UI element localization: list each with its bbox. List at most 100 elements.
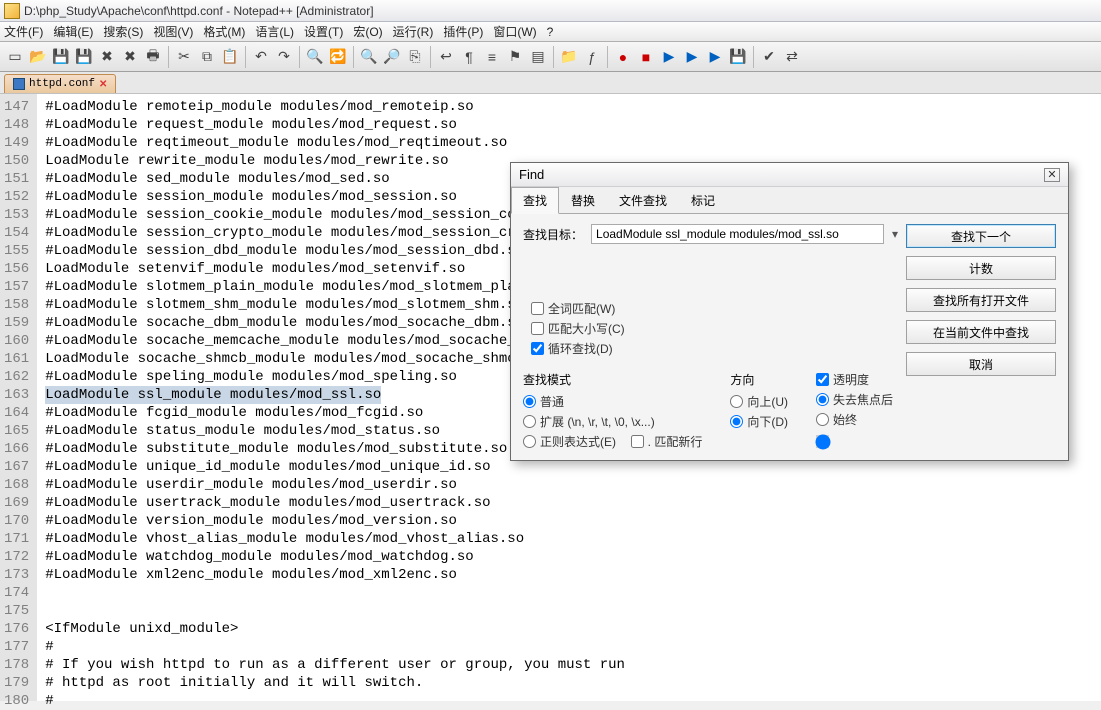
transparency-group: 透明度 失去焦点后 始终 [816, 371, 893, 450]
code-line[interactable]: #LoadModule version_module modules/mod_v… [45, 512, 1093, 530]
indent-guide-icon[interactable]: ≡ [481, 46, 503, 68]
new-file-icon[interactable]: ▭ [4, 46, 26, 68]
transparency-slider[interactable] [816, 435, 829, 448]
paste-icon[interactable]: 📋 [219, 46, 241, 68]
save-macro-icon[interactable]: 💾 [727, 46, 749, 68]
folder-icon[interactable]: 📁 [558, 46, 580, 68]
menu-item[interactable]: 文件(F) [4, 23, 43, 40]
cancel-button[interactable]: 取消 [906, 352, 1056, 376]
find-next-button[interactable]: 查找下一个 [906, 224, 1056, 248]
code-line[interactable]: #LoadModule watchdog_module modules/mod_… [45, 548, 1093, 566]
match-case-check[interactable]: 匹配大小写(C) [531, 320, 898, 337]
open-file-icon[interactable]: 📂 [27, 46, 49, 68]
find-tab[interactable]: 查找 [511, 187, 559, 214]
search-mode-group: 查找模式 普通 扩展 (\n, \r, \t, \0, \x...) 正则表达式… [523, 371, 702, 450]
menu-item[interactable]: 宏(O) [353, 23, 382, 40]
mode-regex-radio[interactable]: 正则表达式(E) . 匹配新行 [523, 433, 702, 450]
dir-down-radio[interactable]: 向下(D) [730, 413, 788, 430]
menu-item[interactable]: 编辑(E) [53, 23, 93, 40]
undo-icon[interactable]: ↶ [250, 46, 272, 68]
file-tab-httpd[interactable]: httpd.conf ✕ [4, 74, 116, 93]
menu-item[interactable]: 语言(L) [255, 23, 294, 40]
count-button[interactable]: 计数 [906, 256, 1056, 280]
close-tab-icon[interactable]: ✕ [99, 79, 107, 90]
play-fast-icon[interactable]: ▶ [681, 46, 703, 68]
code-line[interactable]: <IfModule unixd_module> [45, 620, 1093, 638]
lang-icon[interactable]: ⚑ [504, 46, 526, 68]
trans-always-radio[interactable]: 始终 [816, 411, 893, 428]
code-line[interactable] [45, 584, 1093, 602]
code-line[interactable]: # If you wish httpd to run as a differen… [45, 656, 1093, 674]
sync-icon[interactable]: ⎘ [404, 46, 426, 68]
zoom-out-icon[interactable]: 🔎 [381, 46, 403, 68]
show-all-chars-icon[interactable]: ¶ [458, 46, 480, 68]
code-line[interactable] [45, 602, 1093, 620]
stop-icon[interactable]: ■ [635, 46, 657, 68]
play-icon[interactable]: ▶ [658, 46, 680, 68]
redo-icon[interactable]: ↷ [273, 46, 295, 68]
transparency-check[interactable]: 透明度 [816, 371, 893, 388]
replace-icon[interactable]: 🔁 [327, 46, 349, 68]
save-all-icon[interactable]: 💾 [73, 46, 95, 68]
line-number: 148 [4, 116, 29, 134]
code-line[interactable]: #LoadModule xml2enc_module modules/mod_x… [45, 566, 1093, 584]
save-icon[interactable]: 💾 [50, 46, 72, 68]
code-line[interactable]: # httpd as root initially and it will sw… [45, 674, 1093, 692]
dir-up-radio[interactable]: 向上(U) [730, 393, 788, 410]
find-target-input[interactable] [591, 224, 884, 244]
copy-icon[interactable]: ⧉ [196, 46, 218, 68]
close-all-icon[interactable]: ✖ [119, 46, 141, 68]
zoom-in-icon[interactable]: 🔍 [358, 46, 380, 68]
line-number: 178 [4, 656, 29, 674]
code-line[interactable]: # [45, 638, 1093, 656]
play-all-icon[interactable]: ▶ [704, 46, 726, 68]
find-all-open-button[interactable]: 查找所有打开文件 [906, 288, 1056, 312]
menu-item[interactable]: ? [547, 25, 554, 39]
menu-item[interactable]: 窗口(W) [493, 23, 536, 40]
mode-extended-radio[interactable]: 扩展 (\n, \r, \t, \0, \x...) [523, 413, 702, 430]
code-line[interactable]: #LoadModule vhost_alias_module modules/m… [45, 530, 1093, 548]
close-dialog-button[interactable]: ✕ [1044, 168, 1060, 182]
find-tab[interactable]: 文件查找 [607, 187, 679, 213]
print-icon[interactable]: 🖶 [142, 46, 164, 68]
code-line[interactable]: #LoadModule usertrack_module modules/mod… [45, 494, 1093, 512]
line-number: 153 [4, 206, 29, 224]
menu-item[interactable]: 运行(R) [393, 23, 434, 40]
spellcheck-icon[interactable]: ✔ [758, 46, 780, 68]
code-line[interactable]: #LoadModule remoteip_module modules/mod_… [45, 98, 1093, 116]
word-wrap-icon[interactable]: ↩ [435, 46, 457, 68]
menu-item[interactable]: 搜索(S) [103, 23, 143, 40]
close-icon[interactable]: ✖ [96, 46, 118, 68]
tabbar: httpd.conf ✕ [0, 72, 1101, 94]
dot-newline-check[interactable] [631, 435, 644, 448]
line-number: 165 [4, 422, 29, 440]
line-number: 159 [4, 314, 29, 332]
mode-normal-radio[interactable]: 普通 [523, 393, 702, 410]
trans-onlose-radio[interactable]: 失去焦点后 [816, 391, 893, 408]
record-icon[interactable]: ● [612, 46, 634, 68]
menu-item[interactable]: 插件(P) [443, 23, 483, 40]
find-all-current-button[interactable]: 在当前文件中查找 [906, 320, 1056, 344]
find-tab[interactable]: 标记 [679, 187, 727, 213]
cut-icon[interactable]: ✂ [173, 46, 195, 68]
code-line[interactable]: #LoadModule reqtimeout_module modules/mo… [45, 134, 1093, 152]
code-line[interactable]: #LoadModule userdir_module modules/mod_u… [45, 476, 1093, 494]
doc-switch-icon[interactable]: ⇄ [781, 46, 803, 68]
code-line[interactable]: # [45, 692, 1093, 710]
find-tab[interactable]: 替换 [559, 187, 607, 213]
line-number: 161 [4, 350, 29, 368]
code-line[interactable]: #LoadModule request_module modules/mod_r… [45, 116, 1093, 134]
menu-item[interactable]: 格式(M) [203, 23, 245, 40]
toolbar-separator [299, 46, 300, 68]
menu-item[interactable]: 设置(T) [304, 23, 343, 40]
find-icon[interactable]: 🔍 [304, 46, 326, 68]
menu-item[interactable]: 视图(V) [153, 23, 193, 40]
direction-title: 方向 [730, 371, 788, 388]
line-number: 166 [4, 440, 29, 458]
whole-word-check[interactable]: 全词匹配(W) [531, 300, 898, 317]
dropdown-icon[interactable]: ▾ [892, 227, 898, 241]
wrap-check[interactable]: 循环查找(D) [531, 340, 898, 357]
doc-map-icon[interactable]: ▤ [527, 46, 549, 68]
find-target-label: 查找目标： [523, 226, 583, 243]
func-list-icon[interactable]: ƒ [581, 46, 603, 68]
